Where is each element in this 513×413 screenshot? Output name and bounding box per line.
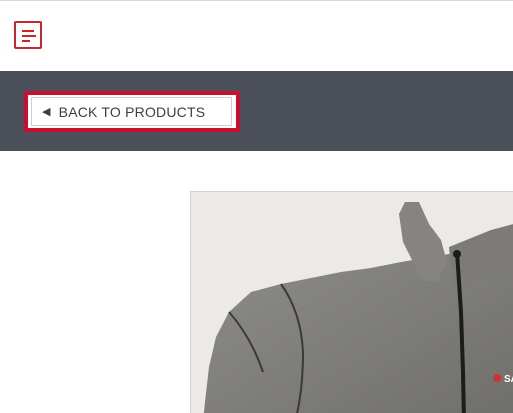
back-button-label: BACK TO PRODUCTS — [58, 103, 206, 120]
jacket-logo-text: SA — [504, 374, 513, 385]
back-to-products-button[interactable]: ◀ BACK TO PRODUCTS — [31, 97, 232, 126]
product-page: ◀ BACK TO PRODUCTS SA — [0, 0, 513, 413]
product-image[interactable]: SA — [190, 191, 513, 413]
hamburger-menu-icon — [22, 30, 34, 32]
top-divider — [0, 0, 513, 1]
triangle-left-icon: ◀ — [42, 106, 51, 118]
gray-zip-jacket-image: SA — [191, 192, 513, 413]
menu-button[interactable] — [14, 21, 42, 49]
